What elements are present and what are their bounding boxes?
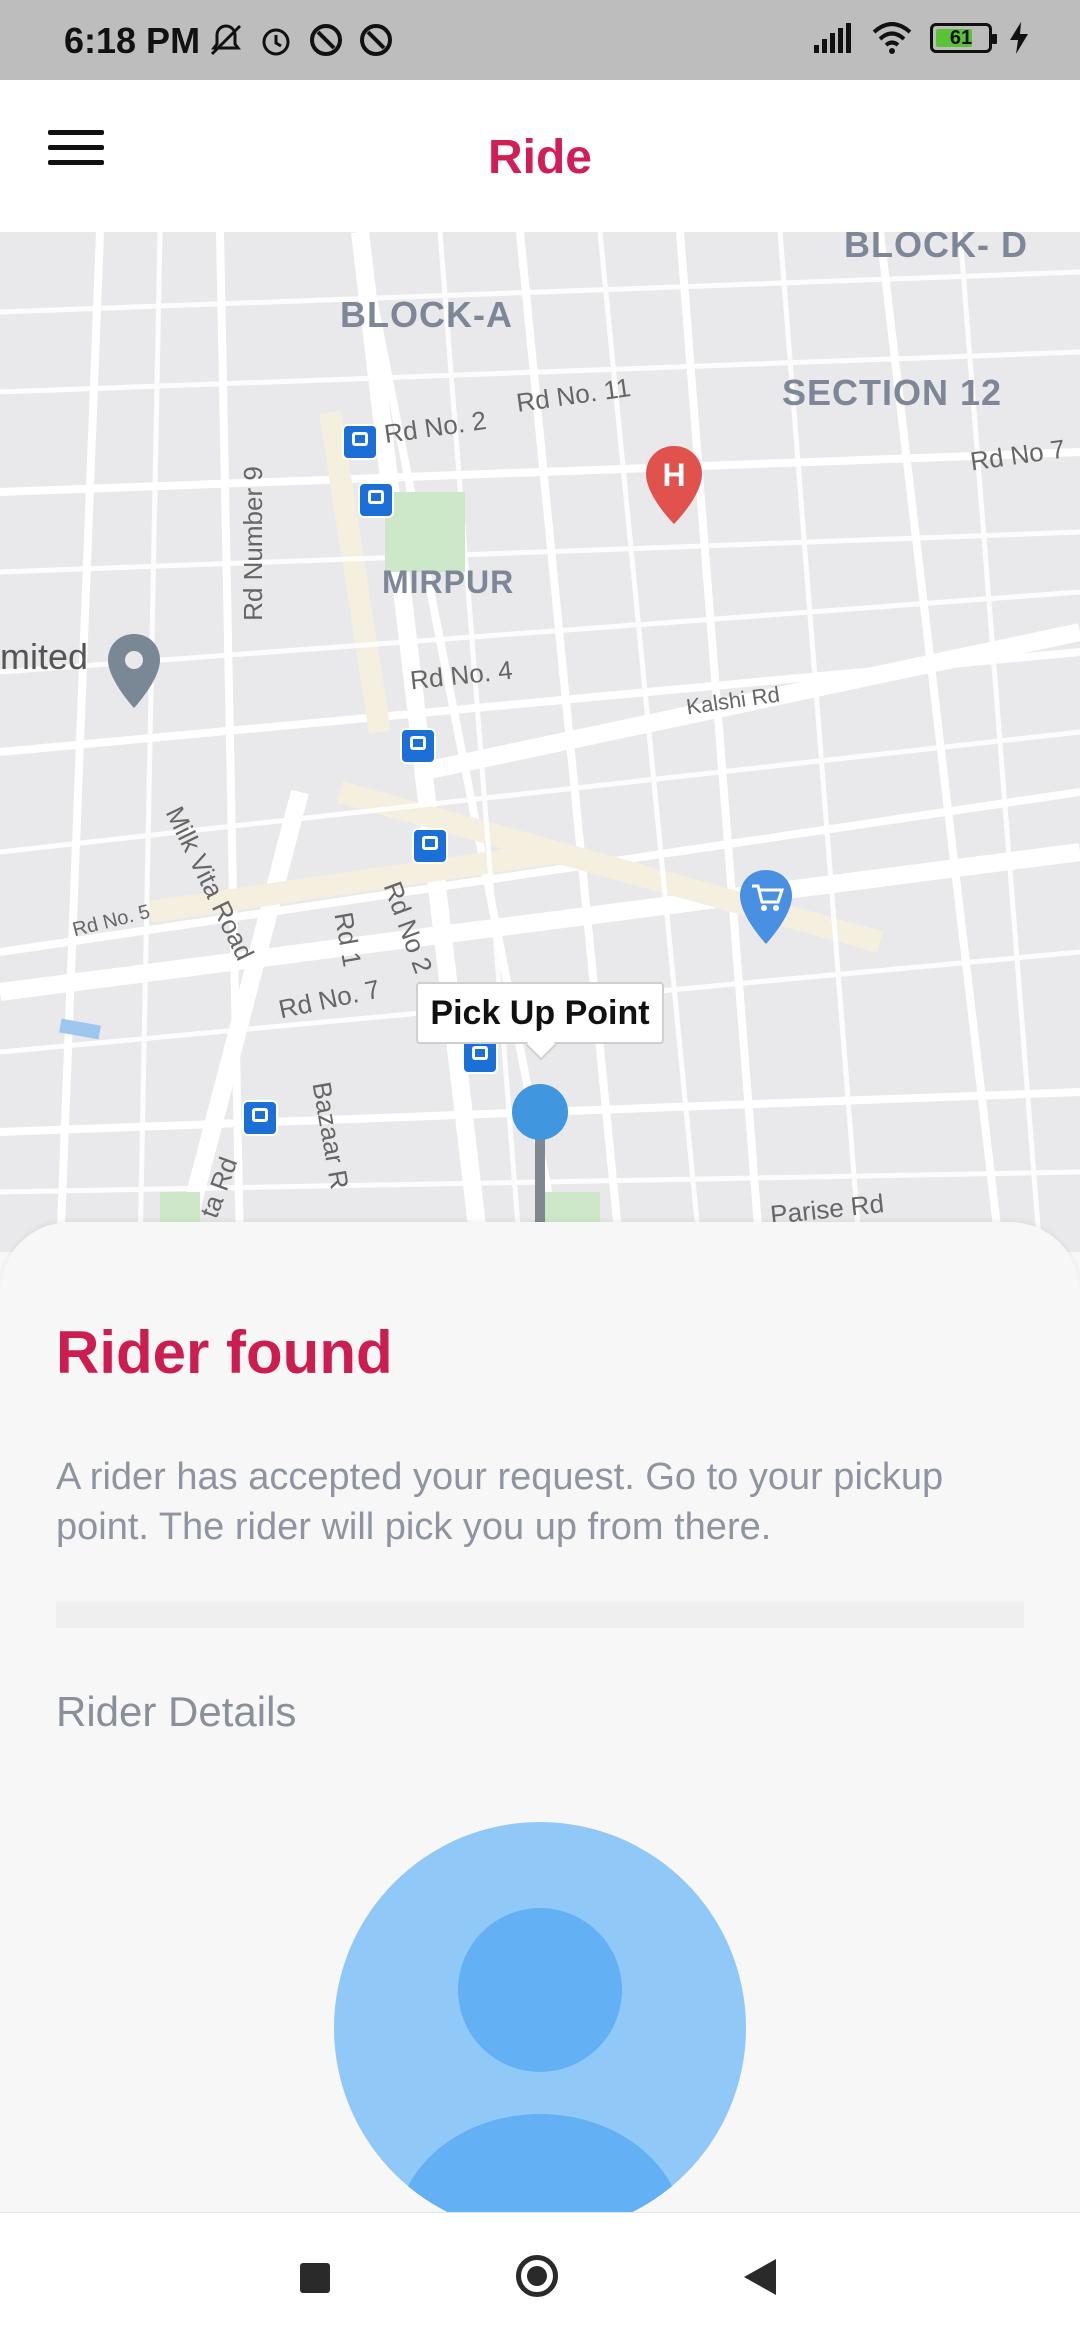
sheet-description: A rider has accepted your request. Go to… (56, 1456, 944, 1548)
map-view[interactable]: BLOCK- D BLOCK-A SECTION 12 MIRPUR Rd No… (0, 232, 1080, 1252)
battery-level: 61 (949, 27, 973, 49)
data-saver-icon (310, 24, 342, 56)
rider-bottom-sheet: Rider found A rider has accepted your re… (0, 1222, 1080, 2234)
area-label: BLOCK- D (844, 232, 1028, 265)
system-nav-bar (0, 2212, 1080, 2341)
signal-icon (814, 23, 851, 53)
area-label: SECTION 12 (782, 372, 1003, 413)
recents-icon[interactable] (300, 2263, 330, 2293)
road-label: Rd Number 9 (237, 466, 268, 621)
area-label: BLOCK-A (340, 294, 513, 335)
bus-stop-icon[interactable] (412, 828, 448, 864)
area-label: MIRPUR (382, 564, 515, 600)
pickup-pin-icon[interactable] (512, 1084, 568, 1140)
hospital-icon[interactable]: H (642, 444, 706, 528)
bus-stop-icon[interactable] (400, 728, 436, 764)
wifi-icon (872, 22, 912, 54)
app-bar: Ride (0, 80, 1080, 232)
avatar (334, 1822, 746, 2234)
alarm-icon (262, 28, 290, 56)
data-saver-icon (360, 24, 392, 56)
mute-icon (210, 24, 242, 56)
bus-stop-icon[interactable] (342, 424, 378, 460)
shopping-cart-icon[interactable] (736, 868, 796, 948)
page-title: Ride (487, 131, 592, 184)
divider (56, 1602, 1024, 1628)
svg-text:H: H (662, 457, 685, 493)
battery-icon: 61 (930, 23, 997, 53)
pickup-point-callout[interactable]: Pick Up Point (416, 982, 664, 1044)
avatar-head (458, 1908, 622, 2072)
bus-stop-icon[interactable] (242, 1100, 278, 1136)
charging-icon (1010, 22, 1028, 54)
sheet-title: Rider found (56, 1319, 393, 1386)
home-icon[interactable] (516, 2255, 558, 2297)
status-icons-right: 61 (814, 22, 1028, 54)
status-time: 6:18 PM (64, 20, 201, 61)
status-icons-left (208, 22, 394, 58)
place-label: mited (0, 636, 89, 677)
place-marker-icon[interactable] (104, 632, 164, 712)
back-icon[interactable] (744, 2259, 776, 2295)
bus-stop-icon[interactable] (358, 482, 394, 518)
status-bar: 6:18 PM 61 (0, 0, 1080, 80)
pickup-pin-stick (535, 1132, 545, 1232)
rider-details-heading: Rider Details (56, 1688, 297, 1735)
